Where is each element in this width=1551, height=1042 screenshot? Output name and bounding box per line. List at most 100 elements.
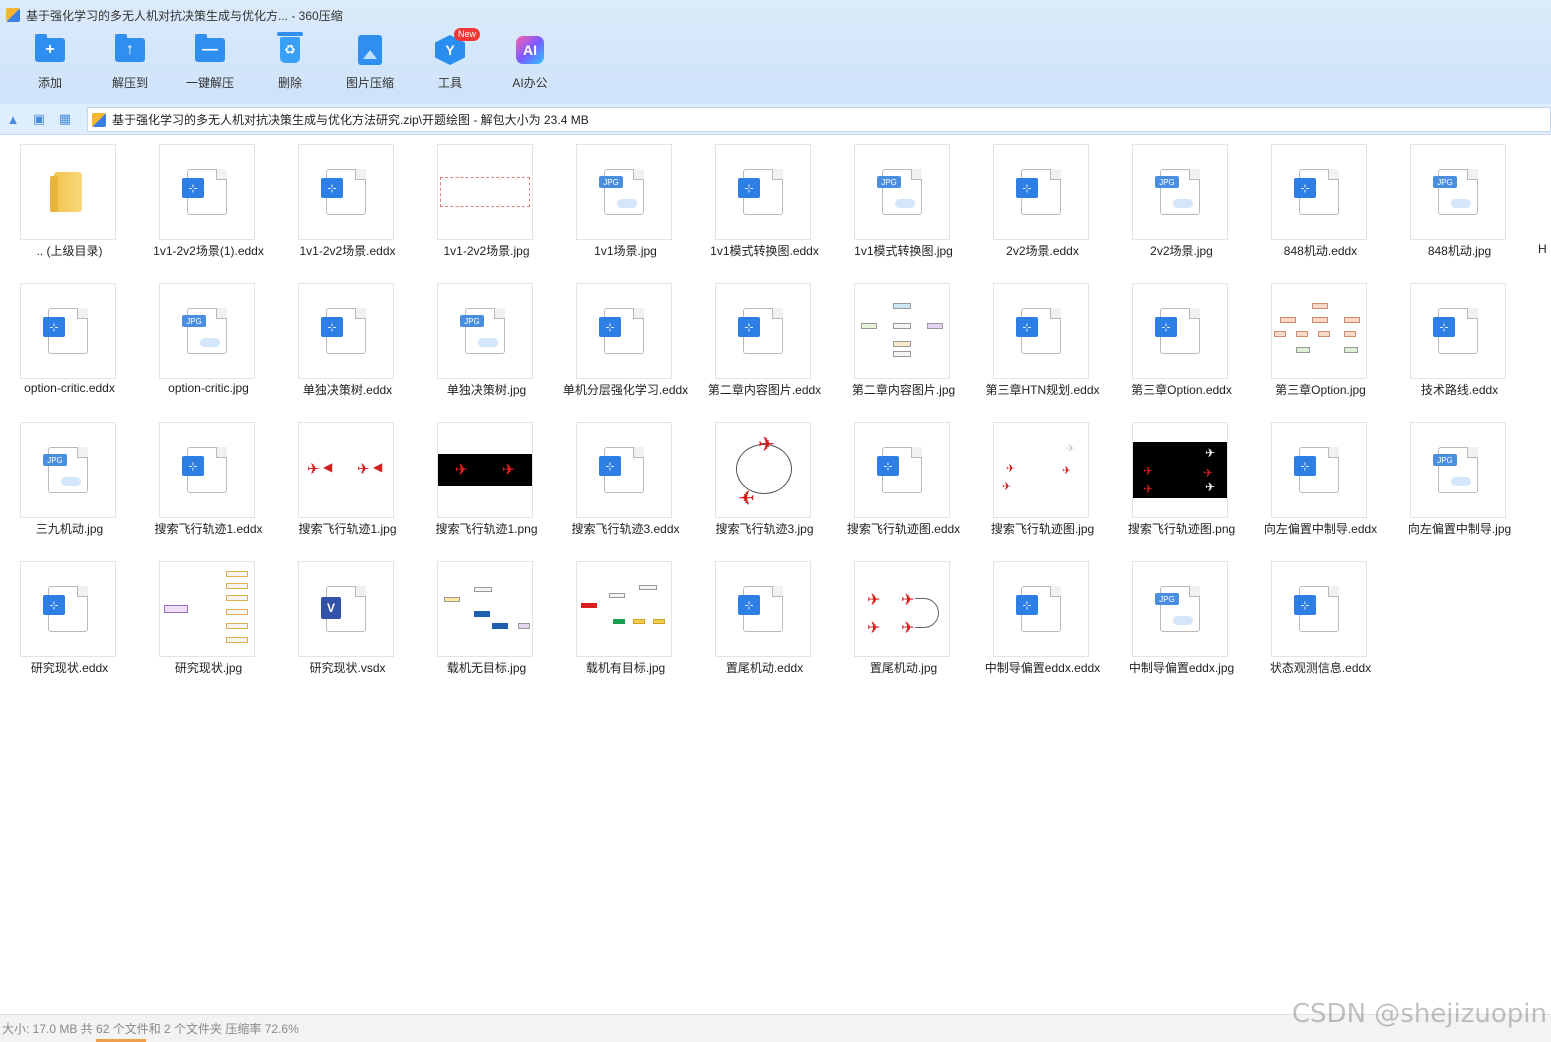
file-item[interactable]: JPG 单独决策树.jpg (417, 275, 556, 411)
file-item[interactable]: ✈ ✈ 搜索飞行轨迹3.jpg (695, 414, 834, 550)
file-item[interactable]: ⊹ 搜索飞行轨迹1.eddx (139, 414, 278, 550)
file-item[interactable]: ⊹ 搜索飞行轨迹图.eddx (834, 414, 973, 550)
file-item[interactable]: ⊹ 第三章HTN规划.eddx (973, 275, 1112, 411)
file-item[interactable]: ⊹ 2v2场景.eddx (973, 136, 1112, 272)
tools-label: 工具 (437, 76, 462, 90)
file-item[interactable]: ⊹ 搜索飞行轨迹3.eddx (556, 414, 695, 550)
arrow-up-icon: ▲ (6, 111, 20, 127)
file-thumbnail: ✈ ✈ (437, 422, 533, 518)
up-level-button[interactable]: ▲ (0, 106, 26, 132)
file-thumbnail: JPG (576, 144, 672, 240)
image-compress-button[interactable]: 图片压缩 (330, 34, 410, 98)
file-thumbnail: ⊹ (576, 422, 672, 518)
file-item[interactable]: ⊹ 单独决策树.eddx (278, 275, 417, 411)
file-item[interactable]: JPG 1v1模式转换图.jpg (834, 136, 973, 272)
file-item[interactable]: 载机有目标.jpg (556, 553, 695, 689)
vsdx-file-icon: V (321, 586, 366, 632)
file-item[interactable]: ✈ ✈ ✈ ✈ ✈ 搜索飞行轨迹图.png (1112, 414, 1251, 550)
file-item[interactable]: ✈ ✈ ✈ ✈ 置尾机动.jpg (834, 553, 973, 689)
file-name: 研究现状.eddx (30, 661, 109, 675)
file-item[interactable]: JPG 中制导偏置eddx.jpg (1112, 553, 1251, 689)
file-thumbnail: ⊹ (159, 422, 255, 518)
parent-folder-item[interactable]: .. (上级目录) (0, 136, 139, 272)
image-preview (440, 579, 530, 639)
one-click-extract-button[interactable]: — 一键解压 (170, 34, 250, 98)
file-thumbnail: JPG (20, 422, 116, 518)
file-item[interactable]: JPG 1v1场景.jpg (556, 136, 695, 272)
jpg-file-icon: JPG (877, 169, 922, 215)
file-item[interactable]: ✈ ✈ ✈ ✈ 搜索飞行轨迹图.jpg (973, 414, 1112, 550)
file-name: 置尾机动.jpg (869, 661, 938, 675)
file-item[interactable]: JPG 三九机动.jpg (0, 414, 139, 550)
file-item[interactable]: ⊹ 1v1-2v2场景.eddx (278, 136, 417, 272)
file-item[interactable]: ✈ ✈ 搜索飞行轨迹1.png (417, 414, 556, 550)
eddx-file-icon: ⊹ (738, 169, 783, 215)
extract-to-button[interactable]: ↑ 解压到 (90, 34, 170, 98)
view-detail-button[interactable]: ▣ (26, 106, 52, 132)
file-name: 单机分层强化学习.eddx (562, 383, 689, 397)
image-file-icon (358, 35, 382, 65)
file-thumbnail: JPG (1410, 422, 1506, 518)
file-item[interactable]: ⊹ 单机分层强化学习.eddx (556, 275, 695, 411)
eddx-file-icon: ⊹ (1016, 586, 1061, 632)
file-item[interactable]: JPG 848机动.jpg (1390, 136, 1529, 272)
watermark: CSDN @shejizuopin (1291, 999, 1547, 1029)
ai-office-button[interactable]: AI AI办公 (490, 34, 570, 98)
file-item[interactable]: ⊹ 中制导偏置eddx.eddx (973, 553, 1112, 689)
file-item[interactable]: 第三章Option.jpg (1251, 275, 1390, 411)
eddx-file-icon: ⊹ (877, 447, 922, 493)
file-item[interactable]: ⊹ 1v1-2v2场景(1).eddx (139, 136, 278, 272)
file-item[interactable]: JPG 2v2场景.jpg (1112, 136, 1251, 272)
file-item[interactable]: 载机无目标.jpg (417, 553, 556, 689)
eddx-file-icon: ⊹ (1016, 308, 1061, 354)
address-bar[interactable]: 基于强化学习的多无人机对抗决策生成与优化方法研究.zip\开题绘图 - 解包大小… (87, 107, 1551, 132)
file-name: 向左偏置中制导.eddx (1263, 522, 1378, 536)
file-item[interactable]: JPG option-critic.jpg (139, 275, 278, 411)
file-item[interactable]: 第二章内容图片.jpg (834, 275, 973, 411)
file-name: 第三章Option.jpg (1275, 383, 1366, 397)
file-item[interactable]: ⊹ 状态观测信息.eddx (1251, 553, 1390, 689)
file-item[interactable]: ⊹ 技术路线.eddx (1390, 275, 1529, 411)
image-preview: ✈ ✈ ✈ ✈ ✈ (1133, 442, 1227, 498)
jpg-file-icon: JPG (460, 308, 505, 354)
file-item[interactable]: ⊹ 置尾机动.eddx (695, 553, 834, 689)
file-item[interactable]: ⊹ option-critic.eddx (0, 275, 139, 411)
add-button[interactable]: + 添加 (10, 34, 90, 98)
delete-button[interactable]: ♻ 删除 (250, 32, 330, 98)
add-label: 添加 (37, 76, 62, 90)
file-name: 单独决策树.jpg (446, 383, 527, 397)
file-thumbnail: ⊹ (715, 561, 811, 657)
file-name: 技术路线.eddx (1420, 383, 1499, 397)
file-item[interactable]: ⊹ 第三章Option.eddx (1112, 275, 1251, 411)
file-name: 第二章内容图片.eddx (707, 383, 822, 397)
file-item[interactable]: 1v1-2v2场景.jpg (417, 136, 556, 272)
file-thumbnail (437, 561, 533, 657)
file-thumbnail: ⊹ (993, 561, 1089, 657)
file-item[interactable]: V 研究现状.vsdx (278, 553, 417, 689)
file-item[interactable]: ⊹ 第二章内容图片.eddx (695, 275, 834, 411)
file-name: 研究现状.jpg (174, 661, 243, 675)
file-item[interactable]: 研究现状.jpg (139, 553, 278, 689)
file-item[interactable]: ⊹ 向左偏置中制导.eddx (1251, 414, 1390, 550)
image-preview (162, 569, 252, 649)
file-thumbnail (20, 144, 116, 240)
list-view-icon: ▣ (32, 111, 46, 126)
file-thumbnail: ⊹ (993, 144, 1089, 240)
file-item[interactable]: ⊹ 1v1模式转换图.eddx (695, 136, 834, 272)
view-thumb-button[interactable]: ▦ (52, 106, 78, 132)
file-name: 2v2场景.eddx (1006, 244, 1079, 258)
file-item[interactable]: ⊹ 研究现状.eddx (0, 553, 139, 689)
file-thumbnail: ✈ ✈ ✈ ✈ (993, 422, 1089, 518)
file-item[interactable]: JPG 向左偏置中制导.jpg (1390, 414, 1529, 550)
add-folder-icon: + (35, 34, 65, 62)
file-thumbnail: ⊹ (298, 283, 394, 379)
file-thumbnail: ✈ ✈ (715, 422, 811, 518)
file-item[interactable]: ✈ ◀ ✈ ◀ 搜索飞行轨迹1.jpg (278, 414, 417, 550)
tools-button[interactable]: Y New 工具 (410, 28, 490, 98)
file-thumbnail: ⊹ (1271, 144, 1367, 240)
file-thumbnail: V (298, 561, 394, 657)
file-thumbnail: ⊹ (1410, 283, 1506, 379)
file-name: 搜索飞行轨迹1.eddx (154, 522, 263, 536)
file-name: 单独决策树.eddx (302, 383, 393, 397)
file-item[interactable]: ⊹ 848机动.eddx (1251, 136, 1390, 272)
